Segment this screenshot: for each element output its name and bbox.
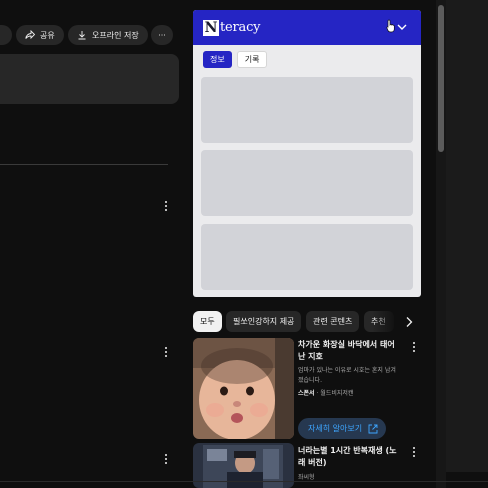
- filter-chip-related[interactable]: 관련 콘텐츠: [306, 311, 359, 332]
- nteracy-header: N teracy: [193, 10, 421, 45]
- tab-history[interactable]: 기록: [236, 51, 268, 68]
- hand-cursor-icon: [386, 19, 395, 33]
- recommendation-title[interactable]: 차가운 화장실 바닥에서 태어난 지호: [298, 339, 402, 363]
- tab-info[interactable]: 정보: [203, 51, 232, 68]
- recommendation-description: 엄마가 있나는 이유로 시호는 혼지 남겨졌습니다.: [298, 367, 396, 384]
- external-link-icon: [368, 424, 378, 433]
- more-actions-label: ···: [158, 30, 166, 40]
- logo-text: teracy: [220, 20, 261, 35]
- recommendation-title[interactable]: 너라는별 1시간 반복재생 (노래 버전): [298, 445, 402, 469]
- nteracy-panel: N teracy 정보 기록: [193, 10, 421, 297]
- filter-chip-all[interactable]: 모두: [193, 311, 222, 332]
- filter-chip-channel[interactable]: 필쏘인강하지 제공: [226, 311, 301, 332]
- nteracy-tabs: 정보 기록: [193, 45, 421, 74]
- sponsor-label: 스폰서: [298, 390, 315, 397]
- nteracy-logo: N teracy: [203, 19, 261, 36]
- partial-action-button[interactable]: [0, 25, 12, 45]
- recommendation-channel: 좌씨형: [298, 474, 315, 481]
- comment-menu-icon[interactable]: [163, 453, 169, 465]
- chevron-right-icon[interactable]: [404, 316, 414, 328]
- adjacent-window: [446, 0, 488, 472]
- share-label: 공유: [40, 30, 55, 40]
- comments-divider: [0, 164, 168, 165]
- scrollbar-thumb[interactable]: [438, 5, 444, 152]
- more-actions-button[interactable]: ···: [151, 25, 173, 45]
- download-icon: [78, 31, 86, 40]
- learn-more-button[interactable]: 자세히 알아보기: [298, 418, 386, 439]
- comment-menu-icon[interactable]: [163, 346, 169, 358]
- bottom-divider: [0, 481, 488, 482]
- video-menu-icon[interactable]: [411, 341, 417, 353]
- video-menu-icon[interactable]: [411, 446, 417, 458]
- logo-letter: N: [203, 19, 219, 36]
- placeholder-card: [201, 77, 413, 143]
- recommendation-channel: 스폰서 · 월드비지저캔: [298, 388, 353, 397]
- placeholder-card: [201, 150, 413, 216]
- description-box[interactable]: [0, 54, 179, 104]
- comment-menu-icon[interactable]: [163, 200, 169, 212]
- offline-save-label: 오프라인 저장: [92, 30, 139, 40]
- youtube-watch-page: 공유 오프라인 저장 ··· N teracy 정보 기록 모두 필쏘인강하지 …: [0, 0, 488, 488]
- learn-more-label: 자세히 알아보기: [308, 424, 363, 433]
- offline-save-button[interactable]: 오프라인 저장: [68, 25, 148, 45]
- chips-fade: [372, 309, 398, 334]
- placeholder-card: [201, 224, 413, 290]
- share-icon: [25, 30, 35, 40]
- sponsor-name: · 월드비지저캔: [316, 390, 354, 397]
- baby-photo-image: [193, 338, 294, 439]
- chevron-down-icon[interactable]: [397, 22, 407, 32]
- share-button[interactable]: 공유: [16, 25, 64, 45]
- video-thumbnail-baby[interactable]: [193, 338, 294, 439]
